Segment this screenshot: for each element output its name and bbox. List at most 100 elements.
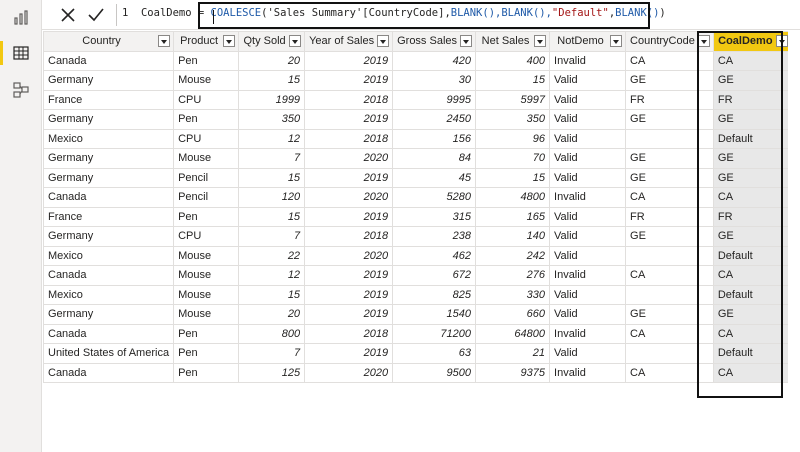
table-cell[interactable]: CA — [625, 323, 714, 344]
table-cell[interactable]: CPU — [173, 226, 240, 247]
table-cell[interactable]: 12 — [238, 128, 306, 149]
table-cell[interactable]: Mouse — [173, 284, 240, 305]
table-row[interactable]: Canada Pen 800 2018 71200 64800 Invalid CA CA — [42, 323, 792, 344]
table-cell[interactable]: Pen — [173, 323, 240, 344]
filter-dropdown-icon[interactable] — [775, 35, 788, 47]
table-cell[interactable]: 64800 — [475, 323, 551, 344]
table-cell[interactable]: 30 — [392, 70, 477, 91]
table-cell[interactable]: Invalid — [549, 187, 627, 208]
table-cell[interactable]: Mouse — [173, 245, 240, 266]
column-header-gross-sales[interactable]: Gross Sales — [392, 31, 477, 52]
table-cell[interactable]: Mexico — [42, 245, 175, 266]
table-cell[interactable]: FR — [625, 89, 714, 110]
table-cell[interactable]: 2019 — [304, 206, 394, 227]
table-cell[interactable]: CPU — [173, 128, 240, 149]
table-cell[interactable]: 825 — [392, 284, 477, 305]
table-cell[interactable]: 7 — [238, 148, 306, 169]
table-row[interactable]: Germany CPU 7 2018 238 140 Valid GE GE — [42, 226, 792, 247]
table-cell[interactable]: 2019 — [304, 304, 394, 325]
table-cell[interactable]: 242 — [475, 245, 551, 266]
table-cell[interactable]: GE — [625, 167, 714, 188]
table-cell[interactable]: 2020 — [304, 187, 394, 208]
table-cell[interactable]: 800 — [238, 323, 306, 344]
table-cell[interactable]: Pen — [173, 343, 240, 364]
table-cell[interactable]: 2018 — [304, 128, 394, 149]
table-cell[interactable]: CA — [712, 362, 792, 383]
table-cell[interactable]: 5997 — [475, 89, 551, 110]
table-cell[interactable]: Invalid — [549, 265, 627, 286]
table-cell[interactable]: 672 — [392, 265, 477, 286]
table-cell[interactable]: 2018 — [304, 323, 394, 344]
table-cell[interactable]: 2018 — [304, 89, 394, 110]
table-cell[interactable]: 12 — [238, 265, 306, 286]
table-cell[interactable]: Canada — [42, 265, 175, 286]
table-cell[interactable] — [625, 128, 714, 149]
table-cell[interactable]: GE — [625, 109, 714, 130]
table-cell[interactable]: Mouse — [173, 70, 240, 91]
table-cell[interactable]: CA — [625, 50, 714, 71]
table-cell[interactable]: Pen — [173, 362, 240, 383]
table-cell[interactable]: Canada — [42, 50, 175, 71]
table-cell[interactable]: 400 — [475, 50, 551, 71]
table-cell[interactable]: 15 — [475, 70, 551, 91]
table-cell[interactable]: GE — [625, 70, 714, 91]
table-row[interactable]: Germany Mouse 7 2020 84 70 Valid GE GE — [42, 148, 792, 169]
table-cell[interactable]: 15 — [238, 70, 306, 91]
table-cell[interactable]: CA — [712, 187, 792, 208]
table-cell[interactable]: 5280 — [392, 187, 477, 208]
table-cell[interactable]: 156 — [392, 128, 477, 149]
table-cell[interactable]: Invalid — [549, 362, 627, 383]
table-cell[interactable]: Canada — [42, 323, 175, 344]
table-cell[interactable]: 420 — [392, 50, 477, 71]
table-cell[interactable]: 2018 — [304, 226, 394, 247]
column-header-net-sales[interactable]: Net Sales — [475, 31, 551, 52]
table-cell[interactable]: United States of America — [42, 343, 175, 364]
table-cell[interactable]: France — [42, 206, 175, 227]
table-cell[interactable]: 2019 — [304, 109, 394, 130]
table-cell[interactable]: 660 — [475, 304, 551, 325]
table-row[interactable]: Germany Mouse 20 2019 1540 660 Valid GE GE — [42, 304, 792, 325]
table-cell[interactable]: 20 — [238, 304, 306, 325]
table-cell[interactable]: Invalid — [549, 323, 627, 344]
table-cell[interactable]: Germany — [42, 148, 175, 169]
table-cell[interactable]: FR — [712, 89, 792, 110]
table-cell[interactable] — [625, 245, 714, 266]
table-cell[interactable] — [625, 284, 714, 305]
table-cell[interactable]: 2019 — [304, 343, 394, 364]
table-cell[interactable]: Valid — [549, 343, 627, 364]
table-cell[interactable]: FR — [712, 206, 792, 227]
table-cell[interactable]: 15 — [238, 206, 306, 227]
table-cell[interactable]: CA — [625, 265, 714, 286]
table-cell[interactable]: 2450 — [392, 109, 477, 130]
table-cell[interactable]: Mouse — [173, 265, 240, 286]
column-header-notdemo[interactable]: NotDemo — [549, 31, 627, 52]
table-cell[interactable]: 84 — [392, 148, 477, 169]
table-row[interactable]: Canada Pencil 120 2020 5280 4800 Invalid CA CA — [42, 187, 792, 208]
filter-dropdown-icon[interactable] — [377, 35, 390, 47]
table-cell[interactable]: 15 — [475, 167, 551, 188]
filter-dropdown-icon[interactable] — [534, 35, 547, 47]
column-header-qty-sold[interactable]: Qty Sold — [238, 31, 306, 52]
table-cell[interactable]: 63 — [392, 343, 477, 364]
table-cell[interactable]: Valid — [549, 284, 627, 305]
column-header-countrycode[interactable]: CountryCode — [625, 31, 714, 52]
table-cell[interactable]: 315 — [392, 206, 477, 227]
table-cell[interactable]: Pen — [173, 206, 240, 227]
table-cell[interactable]: 165 — [475, 206, 551, 227]
table-cell[interactable]: 71200 — [392, 323, 477, 344]
table-row[interactable]: France Pen 15 2019 315 165 Valid FR FR — [42, 206, 792, 227]
table-cell[interactable]: Pencil — [173, 187, 240, 208]
table-cell[interactable]: Valid — [549, 148, 627, 169]
table-cell[interactable]: Valid — [549, 89, 627, 110]
table-cell[interactable]: 462 — [392, 245, 477, 266]
table-cell[interactable]: 9995 — [392, 89, 477, 110]
table-row[interactable]: United States of America Pen 7 2019 63 21 Vali… — [42, 343, 792, 364]
table-cell[interactable]: CA — [712, 50, 792, 71]
table-row[interactable]: France CPU 1999 2018 9995 5997 Valid FR FR — [42, 89, 792, 110]
table-cell[interactable]: Valid — [549, 109, 627, 130]
table-cell[interactable]: GE — [712, 226, 792, 247]
table-cell[interactable]: 20 — [238, 50, 306, 71]
filter-dropdown-icon[interactable] — [610, 35, 623, 47]
table-cell[interactable]: Valid — [549, 226, 627, 247]
table-cell[interactable]: Germany — [42, 109, 175, 130]
